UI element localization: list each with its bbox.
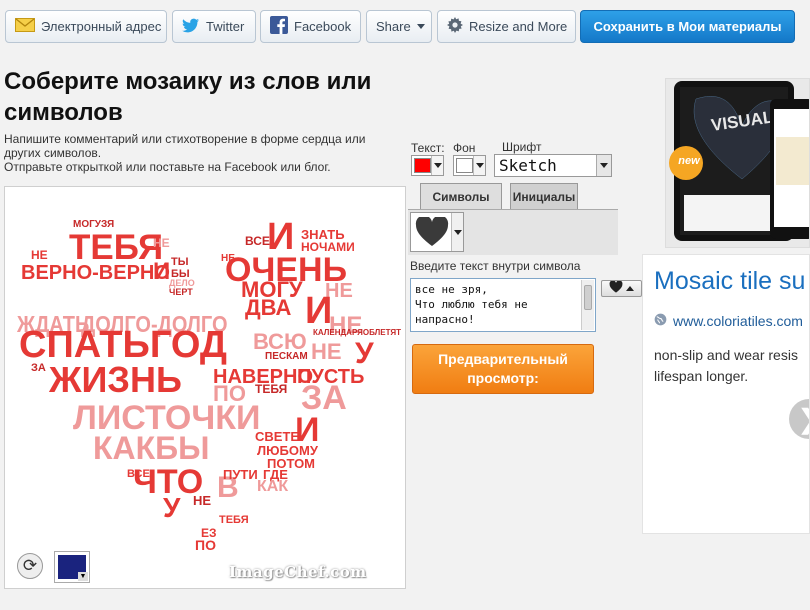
ad-text: non-slip and wear resis lifespan longer. (654, 345, 809, 387)
heart-word: НЕ (193, 493, 211, 508)
watermark: ImageChef.com (229, 563, 367, 581)
text-color-swatch (414, 158, 431, 173)
globe-icon (654, 313, 667, 329)
heart-word: СВЕТЕ (255, 429, 299, 444)
chevron-down-icon (451, 213, 463, 251)
heart-word: ЧЕРТ (169, 287, 193, 297)
symbol-text-value: все не зря, Что люблю тебя не напрасно! (415, 283, 528, 326)
gear-icon (447, 17, 463, 36)
rotate-icon[interactable]: ⟳ (17, 553, 43, 579)
heart-word: ПУТИ (223, 467, 258, 482)
chevron-down-icon (416, 24, 425, 29)
envelope-icon (15, 18, 35, 35)
mosaic-canvas[interactable]: МОГУЗЯ ТЕБЯ НЕ ВЕРНО-ВЕРНО И ТЫ БЫ НЕ ДЕ… (4, 186, 406, 589)
background-color-swatch (456, 158, 473, 173)
heart-word: ДВА (245, 295, 291, 320)
facebook-button-label: Facebook (294, 19, 352, 34)
heart-icon (415, 215, 449, 252)
heart-word: ТЕБЯ (255, 382, 287, 396)
page-description: Напишите комментарий или стихотворение в… (4, 132, 404, 174)
heart-word: ЖИЗНЬ (48, 359, 182, 400)
insert-symbol-button[interactable] (601, 279, 642, 298)
text-color-picker[interactable] (411, 155, 444, 176)
text-color-label: Текст: (411, 141, 445, 155)
font-select-value: Sketch (499, 156, 557, 175)
chevron-right-icon[interactable]: ❯ (789, 399, 809, 439)
heart-word: КАЛЕНДАРЯОБЛЕТЯТ (313, 328, 401, 337)
symbol-picker[interactable] (410, 212, 464, 252)
heart-word: ПО (195, 537, 216, 553)
share-button-label: Share (376, 19, 411, 34)
twitter-button-label: Twitter (206, 19, 245, 34)
background-color-picker[interactable] (453, 155, 486, 176)
twitter-button[interactable]: Twitter (172, 10, 256, 43)
description-line-1: Напишите комментарий или стихотворение в… (4, 132, 366, 160)
chevron-down-icon (473, 156, 485, 175)
ad-url-text: www.coloriatiles.com (673, 313, 803, 329)
heart-icon (609, 279, 623, 298)
symbol-text-prompt: Введите текст внутри символа (410, 259, 581, 273)
mosaic-tile-ad[interactable]: Mosaic tile su www.coloriatiles.com non-… (642, 254, 810, 534)
new-badge: new (678, 155, 700, 167)
twitter-bird-icon (182, 18, 200, 36)
facebook-f-icon (270, 16, 288, 37)
heart-word: И (153, 258, 170, 285)
heart-word: КАКБЫ (93, 430, 210, 466)
tab-symbols[interactable]: Символы (420, 183, 502, 210)
chevron-down-icon (431, 156, 443, 175)
font-label: Шрифт (502, 140, 542, 154)
email-button-label: Электронный адрес (41, 19, 162, 34)
page-title: Соберите мозаику из слов или символов (4, 68, 372, 126)
heart-word: НЕ (311, 339, 342, 364)
preview-button[interactable]: Предварительный просмотр: (412, 344, 594, 394)
heart-word: ТЕБЯ (219, 514, 249, 526)
description-line-2: Отправьте открыткой или поставьте на Fac… (4, 160, 331, 174)
heart-word: ПЕСКАМ (265, 351, 308, 362)
chevron-down-icon: ▼ (78, 572, 88, 581)
symbol-text-input[interactable]: все не зря, Что люблю тебя не напрасно! (410, 278, 596, 332)
resize-button[interactable]: Resize and More (437, 10, 576, 43)
share-toolbar: Электронный адрес Twitter Facebook Share… (0, 0, 810, 52)
resize-button-label: Resize and More (469, 19, 568, 34)
email-button[interactable]: Электронный адрес (5, 10, 167, 43)
heart-word: НЕ (153, 236, 170, 250)
textarea-scrollbar[interactable] (581, 280, 594, 330)
background-color-label: Фон (453, 141, 476, 155)
ad-url[interactable]: www.coloriatiles.com (654, 313, 803, 329)
save-button-label: Сохранить в Мои материалы (593, 19, 782, 34)
heart-word: КАК (257, 478, 288, 495)
heart-word: ВЕРНО-ВЕРНО (21, 262, 170, 284)
heart-word: У (163, 492, 181, 523)
save-to-my-materials-button[interactable]: Сохранить в Мои материалы (580, 10, 795, 43)
chevron-up-icon (626, 286, 634, 291)
ad-text-line-1: non-slip and wear resis (654, 347, 798, 363)
ad-text-line-2: lifespan longer. (654, 368, 749, 384)
chevron-down-icon (596, 155, 611, 176)
visual-poetry-ad[interactable]: VISUAL POETRY 4 new (665, 78, 810, 248)
tab-initials[interactable]: Инициалы (510, 183, 578, 210)
ad-title[interactable]: Mosaic tile su (654, 267, 805, 296)
facebook-button[interactable]: Facebook (260, 10, 361, 43)
heart-word: ЗА (31, 362, 46, 374)
outline-color-picker[interactable]: ▼ (54, 551, 90, 583)
heart-word: НЕ (31, 248, 48, 262)
heart-word: ТЫ (171, 256, 189, 268)
font-select[interactable]: Sketch (494, 154, 612, 177)
word-heart: МОГУЗЯ ТЕБЯ НЕ ВЕРНО-ВЕРНО И ТЫ БЫ НЕ ДЕ… (16, 216, 401, 553)
share-button[interactable]: Share (366, 10, 432, 43)
